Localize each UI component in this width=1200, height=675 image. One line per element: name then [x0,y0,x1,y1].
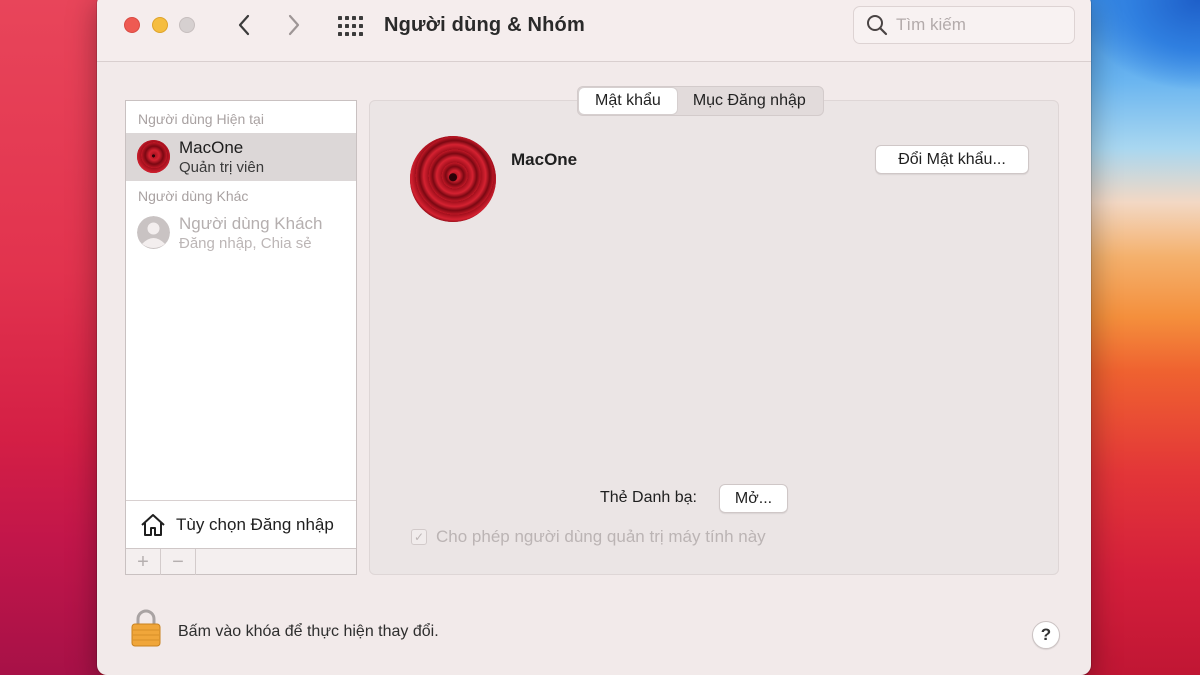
remove-user-button[interactable]: − [161,549,196,575]
tab-password[interactable]: Mật khẩu [579,88,677,114]
minimize-button[interactable] [152,17,168,33]
chevron-right-icon [288,14,300,36]
lock-hint-text: Bấm vào khóa để thực hiện thay đổi. [178,623,439,640]
current-users-header: Người dùng Hiện tại [138,111,264,127]
allow-admin-checkbox[interactable]: ✓ [411,529,427,545]
toolbar: Người dùng & Nhóm [97,0,1091,62]
contacts-card-label: Thẻ Danh bạ: [600,489,697,506]
users-groups-window: Người dùng & Nhóm Người dùng Hiện tại Ma… [97,0,1091,675]
user-row-macone[interactable]: MacOne Quản trị viên [126,133,356,181]
search-input[interactable] [896,15,1066,35]
login-options-item[interactable]: Tùy chọn Đăng nhập [126,500,356,548]
window-title: Người dùng & Nhóm [384,14,585,36]
user-picture[interactable] [410,136,496,222]
guest-name: Người dùng Khách [179,214,323,233]
forward-button[interactable] [279,8,309,42]
tab-bar: Mật khẩu Mục Đăng nhập [577,86,824,116]
tab-login-items[interactable]: Mục Đăng nhập [677,88,822,114]
back-button[interactable] [229,8,259,42]
users-list: Người dùng Hiện tại MacOne Quản trị viên… [125,100,357,575]
user-row-guest[interactable]: Người dùng Khách Đăng nhập, Chia sẻ [126,209,356,257]
zoom-button [179,17,195,33]
allow-admin-label: Cho phép người dùng quản trị máy tính nà… [436,527,766,546]
allow-admin-checkbox-row: ✓ Cho phép người dùng quản trị máy tính … [411,527,766,547]
guest-avatar-icon [137,216,170,249]
desktop-wallpaper-right [1088,0,1200,675]
close-button[interactable] [124,17,140,33]
user-name: MacOne [179,138,244,157]
house-icon [141,513,165,536]
chevron-left-icon [238,14,250,36]
other-users-header: Người dùng Khác [138,188,249,204]
change-password-button[interactable]: Đổi Mật khẩu... [875,145,1029,174]
lock-icon[interactable] [130,608,162,648]
open-contacts-button[interactable]: Mở... [719,484,788,513]
search-field[interactable] [853,6,1075,44]
login-options-label: Tùy chọn Đăng nhập [176,514,334,534]
desktop-wallpaper-left [0,0,100,675]
detail-user-name: MacOne [511,150,578,169]
search-icon [867,15,888,36]
user-avatar-rose [137,140,170,173]
sidebar-footer: + − [126,548,356,575]
user-role: Quản trị viên [179,159,265,176]
guest-role: Đăng nhập, Chia sẻ [179,235,312,252]
help-button[interactable]: ? [1032,621,1060,649]
add-user-button[interactable]: + [126,549,161,575]
show-all-grid-icon[interactable] [337,14,363,38]
